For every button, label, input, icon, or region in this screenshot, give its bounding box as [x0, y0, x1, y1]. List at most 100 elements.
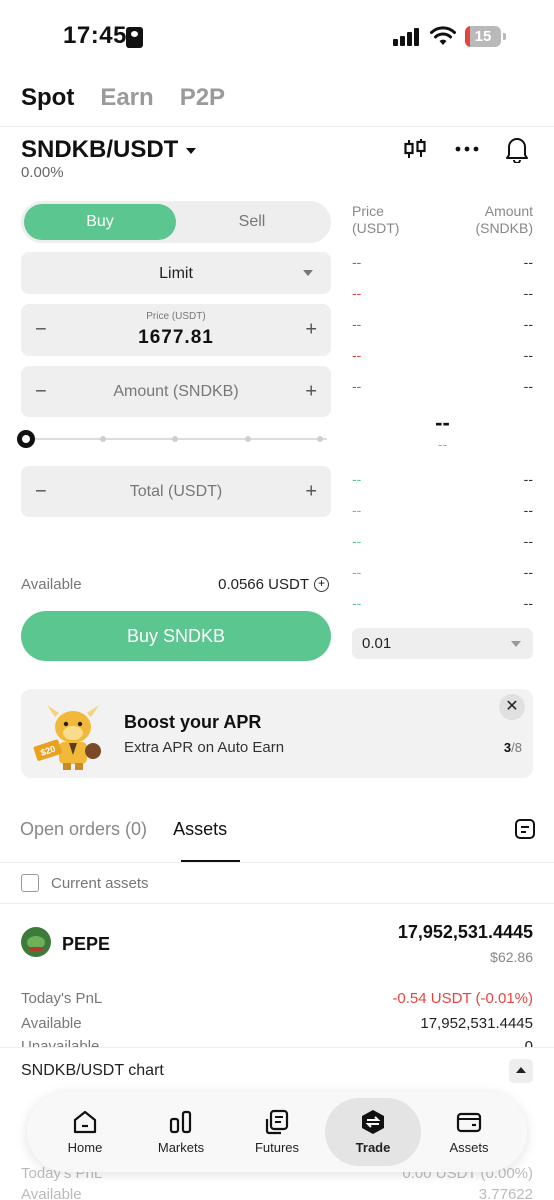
more-options-icon[interactable] — [452, 134, 482, 164]
tab-spot[interactable]: Spot — [21, 84, 74, 112]
ask-amount: -- — [523, 254, 533, 270]
battery-tip — [503, 33, 506, 40]
current-assets-label: Current assets — [51, 874, 149, 892]
tab-p2p[interactable]: P2P — [180, 84, 225, 112]
tab-assets[interactable]: Assets — [173, 819, 227, 840]
chart-toggle-bar[interactable]: SNDKB/USDT chart — [0, 1047, 554, 1093]
candlestick-chart-icon[interactable] — [400, 134, 430, 164]
ask-price: -- — [352, 316, 362, 332]
nav-markets-label: Markets — [157, 1140, 205, 1155]
total-increase-button[interactable]: + — [305, 480, 317, 503]
tick-size-select[interactable]: 0.01 — [352, 628, 533, 659]
order-type-select[interactable]: Limit — [21, 252, 331, 294]
bell-icon[interactable] — [502, 134, 532, 164]
chevron-down-icon — [186, 148, 197, 154]
status-bar: 17:45 15 — [0, 0, 554, 76]
order-book-amount-header: Amount (SNDKB) — [475, 203, 533, 236]
total-input[interactable]: − Total (USDT) + — [21, 466, 331, 517]
banner-page-total: /8 — [511, 740, 522, 755]
current-assets-filter[interactable]: Current assets — [21, 874, 149, 892]
hidden-available-value: 3.77622 — [478, 1186, 533, 1200]
bid-amount: -- — [523, 564, 533, 580]
amount-input[interactable]: − Amount (SNDKB) + — [21, 366, 331, 417]
buy-tab[interactable]: Buy — [24, 204, 176, 240]
pair-name: SNDKB/USDT — [21, 136, 179, 163]
tick-size-value: 0.01 — [362, 635, 392, 652]
ask-amount: -- — [523, 285, 533, 301]
status-time: 17:45 — [63, 22, 127, 49]
available-label: Available — [21, 1015, 82, 1032]
top-tabs: Spot Earn P2P — [21, 84, 225, 112]
ask-price: -- — [352, 254, 362, 270]
home-icon — [73, 1110, 97, 1134]
tab-earn[interactable]: Earn — [100, 84, 153, 112]
bid-amount: -- — [523, 502, 533, 518]
order-book-mid-price: -- — [435, 410, 450, 435]
nav-assets-label: Assets — [449, 1140, 489, 1155]
bottom-nav: Home Markets Futures Trade Assets — [27, 1092, 527, 1172]
markets-icon — [169, 1110, 192, 1134]
pepe-coin-icon — [21, 927, 51, 957]
available-label: Available — [21, 576, 82, 593]
pnl-label: Today's PnL — [21, 990, 103, 1007]
nav-home-label: Home — [67, 1140, 103, 1155]
order-history-icon[interactable] — [514, 818, 536, 840]
asset-symbol: PEPE — [62, 934, 111, 954]
id-card-icon — [126, 27, 143, 48]
chevron-down-icon — [511, 641, 521, 647]
buy-sell-toggle: Buy Sell — [21, 201, 331, 243]
amount-slider[interactable] — [17, 430, 327, 448]
available-value: 0.0566 USDT — [218, 576, 309, 593]
tab-open-orders[interactable]: Open orders (0) — [20, 819, 147, 840]
price-caption: Price (USDT) — [146, 311, 206, 322]
bid-amount: -- — [523, 595, 533, 611]
price-increase-button[interactable]: + — [305, 319, 317, 342]
battery-icon: 15 — [465, 26, 501, 47]
order-book-price-header: Price (USDT) — [352, 203, 400, 236]
amount-increase-button[interactable]: + — [305, 380, 317, 403]
nav-trade-label: Trade — [355, 1140, 391, 1155]
sell-tab[interactable]: Sell — [176, 204, 328, 240]
slider-step[interactable] — [317, 436, 323, 442]
nav-futures-label: Futures — [254, 1140, 300, 1155]
nav-trade[interactable]: Trade — [325, 1098, 421, 1166]
current-assets-checkbox[interactable] — [21, 874, 39, 892]
hidden-available-label: Available — [21, 1186, 82, 1200]
ask-price: -- — [352, 285, 362, 301]
close-icon[interactable]: ✕ — [499, 694, 525, 720]
slider-handle[interactable] — [17, 430, 35, 448]
battery-level: 15 — [474, 28, 492, 45]
nav-assets[interactable]: Assets — [421, 1098, 517, 1166]
slider-step[interactable] — [172, 436, 178, 442]
nav-home[interactable]: Home — [37, 1098, 133, 1166]
ask-price: -- — [352, 378, 362, 394]
available-value: 17,952,531.4445 — [420, 1015, 533, 1032]
wallet-icon — [456, 1112, 482, 1133]
nav-futures[interactable]: Futures — [229, 1098, 325, 1166]
promo-banner[interactable]: $20 Boost your APR Extra APR on Auto Ear… — [21, 689, 533, 778]
total-placeholder: Total (USDT) — [129, 483, 223, 500]
add-funds-icon[interactable]: + — [314, 577, 329, 592]
slider-step[interactable] — [100, 436, 106, 442]
bull-mascot-icon: $20 — [33, 705, 101, 770]
chevron-up-icon[interactable] — [509, 1059, 533, 1083]
banner-pager: 3/8 — [504, 740, 522, 755]
futures-icon — [265, 1109, 289, 1135]
orders-assets-tabs: Open orders (0) Assets — [20, 819, 227, 840]
price-input[interactable]: − Price (USDT) 1677.81 + — [21, 304, 331, 356]
asset-usd-value: $62.86 — [490, 949, 533, 965]
bid-amount: -- — [523, 533, 533, 549]
nav-markets[interactable]: Markets — [133, 1098, 229, 1166]
order-type-value: Limit — [159, 265, 193, 282]
pair-selector[interactable]: SNDKB/USDT — [21, 136, 197, 164]
banner-subtitle: Extra APR on Auto Earn — [124, 739, 285, 756]
amount-placeholder: Amount (SNDKB) — [113, 383, 239, 400]
trade-icon — [362, 1110, 384, 1134]
bid-price: -- — [352, 564, 362, 580]
slider-step[interactable] — [245, 436, 251, 442]
bid-price: -- — [352, 471, 362, 487]
order-book-mid-sub: -- — [437, 436, 448, 452]
bid-price: -- — [352, 595, 362, 611]
buy-button[interactable]: Buy SNDKB — [21, 611, 331, 661]
wifi-icon — [430, 26, 456, 45]
